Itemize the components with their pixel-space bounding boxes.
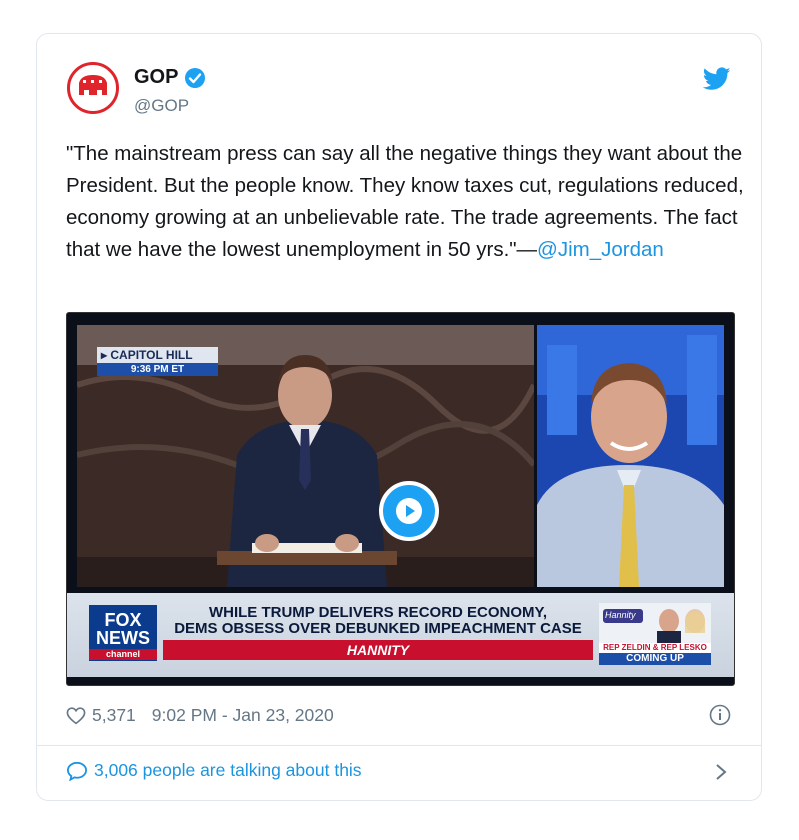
speech-bubble-icon [66,761,88,781]
play-icon [396,498,422,524]
timestamp[interactable]: 9:02 PM - Jan 23, 2020 [152,705,334,726]
news-headline: WHILE TRUMP DELIVERS RECORD ECONOMY, DEM… [163,605,593,637]
handle[interactable]: @GOP [134,96,189,116]
tweet-card: GOP @GOP "The mainstream press can say a… [36,33,762,801]
time-label: 9:36 PM ET [97,363,218,376]
news-lower-third: FOX NEWS channel WHILE TRUMP DELIVERS RE… [67,593,734,677]
info-icon[interactable] [709,704,731,726]
location-tag: ▸ CAPITOL HILL 9:36 PM ET [97,347,218,376]
verified-badge-icon [185,67,206,88]
author-name-row: GOP [134,66,206,89]
conversation-link[interactable]: 3,006 people are talking about this [66,760,362,781]
gop-elephant-logo[interactable] [67,62,119,114]
network-line2: NEWS [96,628,150,648]
display-name[interactable]: GOP [134,66,178,89]
video-left-frame: ▸ CAPITOL HILL 9:36 PM ET [76,325,537,587]
divider [37,745,761,746]
video-right-frame [537,325,724,587]
promo-status: COMING UP [599,653,711,665]
chevron-right-icon[interactable] [715,763,727,781]
mention-link[interactable]: @Jim_Jordan [537,238,664,261]
headline-line1: WHILE TRUMP DELIVERS RECORD ECONOMY, [208,604,548,621]
talking-count[interactable]: 3,006 people are talking about this [94,760,362,781]
tweet-meta: 5,371 9:02 PM - Jan 23, 2020 [66,705,334,726]
promo-box: Hannity REP ZELDIN & REP LESKO COMING UP [599,603,711,665]
promo-guests-illustration [599,603,711,643]
play-button[interactable] [379,481,439,541]
heart-icon[interactable] [66,706,86,725]
location-label: CAPITOL HILL [110,348,193,362]
fox-news-logo: FOX NEWS channel [89,605,157,661]
tweet-text: "The mainstream press can say all the ne… [66,138,746,266]
promo-guests: REP ZELDIN & REP LESKO [603,643,707,652]
headline-line2: DEMS OBSESS OVER DEBUNKED IMPEACHMENT CA… [174,620,582,637]
show-name: HANNITY [163,640,593,660]
promo-show: Hannity [605,610,636,620]
network-line3: channel [89,649,157,660]
twitter-bird-icon[interactable] [703,67,731,91]
network-line1: FOX [104,610,142,630]
guest-illustration [537,325,724,587]
like-count[interactable]: 5,371 [92,705,136,726]
video-player[interactable]: ▸ CAPITOL HILL 9:36 PM ET FOX NEWS chann… [66,312,735,686]
